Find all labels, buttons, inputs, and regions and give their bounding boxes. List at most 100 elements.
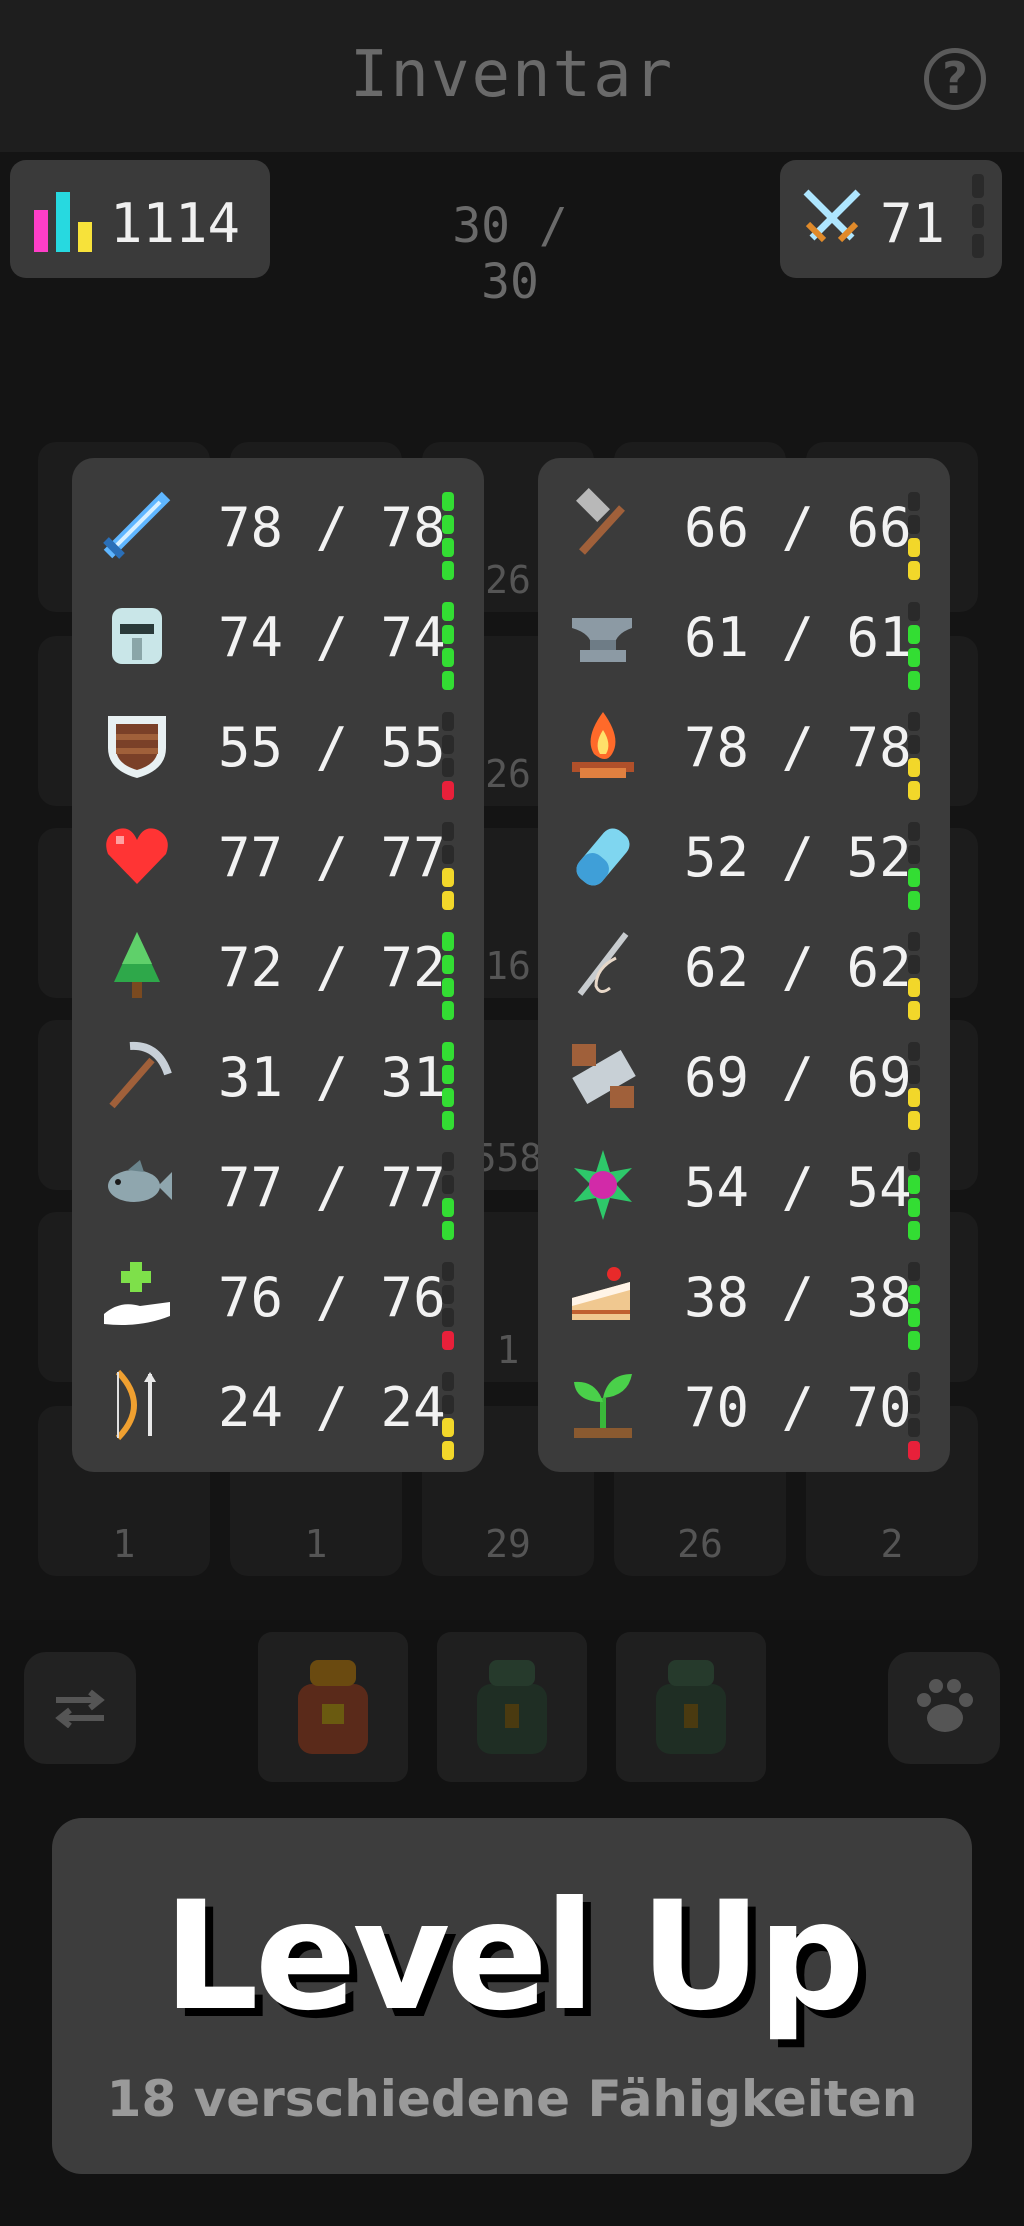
skill-row[interactable]: 78 / 78 <box>72 470 484 580</box>
skill-level: 78 / 78 <box>684 716 912 779</box>
gem-flower-icon <box>566 1148 640 1222</box>
paw-icon <box>917 1679 973 1732</box>
backpack-slot-3[interactable] <box>616 1632 766 1782</box>
skill-level: 78 / 78 <box>218 496 446 559</box>
skill-level: 52 / 52 <box>684 826 912 889</box>
red-backpack-icon <box>298 1660 368 1754</box>
skill-row[interactable]: 74 / 74 <box>72 580 484 690</box>
skill-row[interactable]: 31 / 31 <box>72 1020 484 1130</box>
skill-row[interactable]: 61 / 61 <box>538 580 950 690</box>
skill-progress-meter <box>442 602 454 694</box>
combat-level-chip[interactable]: 71 <box>780 160 1002 278</box>
pet-button[interactable] <box>888 1652 1000 1764</box>
sword-icon <box>100 488 174 562</box>
cake-icon <box>566 1258 640 1332</box>
campfire-icon <box>566 708 640 782</box>
green-backpack-icon <box>656 1660 726 1754</box>
heart-icon <box>100 818 174 892</box>
combat-meter <box>972 174 984 264</box>
healing-hand-icon <box>100 1258 174 1332</box>
skill-level: 55 / 55 <box>218 716 446 779</box>
sprout-icon <box>566 1368 640 1442</box>
skill-progress-meter <box>908 712 920 804</box>
skill-level: 74 / 74 <box>218 606 446 669</box>
saw-icon <box>566 1038 640 1112</box>
tree-icon <box>100 928 174 1002</box>
skill-level: 77 / 77 <box>218 826 446 889</box>
fish-icon <box>100 1148 174 1222</box>
slot-count: 26 <box>677 1522 723 1566</box>
skill-progress-meter <box>442 1152 454 1244</box>
shield-icon <box>100 708 174 782</box>
skill-progress-meter <box>908 822 920 914</box>
skill-row[interactable]: 38 / 38 <box>538 1240 950 1350</box>
anvil-icon <box>566 598 640 672</box>
skill-row[interactable]: 66 / 66 <box>538 470 950 580</box>
crossed-swords-icon <box>803 189 861 243</box>
skill-level: 69 / 69 <box>684 1046 912 1109</box>
backpack-slot-1[interactable] <box>258 1632 408 1782</box>
skill-row[interactable]: 70 / 70 <box>538 1350 950 1460</box>
skill-progress-meter <box>908 602 920 694</box>
skill-level: 77 / 77 <box>218 1156 446 1219</box>
skills-panel-right: 66 / 66 61 / 61 78 / 78 52 / 52 62 / 62 69 / … <box>538 458 950 1472</box>
skill-level: 31 / 31 <box>218 1046 446 1109</box>
skill-row[interactable]: 69 / 69 <box>538 1020 950 1130</box>
skill-progress-meter <box>908 1042 920 1134</box>
skill-progress-meter <box>908 932 920 1024</box>
slot-count: 2 <box>880 1522 904 1566</box>
backpack-slot-2[interactable] <box>437 1632 587 1782</box>
slot-count: 29 <box>485 1522 531 1566</box>
skill-level: 61 / 61 <box>684 606 912 669</box>
skill-progress-meter <box>442 712 454 804</box>
skill-progress-meter <box>442 932 454 1024</box>
swap-arrows-icon <box>55 1689 105 1728</box>
skill-level: 72 / 72 <box>218 936 446 999</box>
skill-progress-meter <box>442 492 454 584</box>
skill-level: 70 / 70 <box>684 1376 912 1439</box>
skill-row[interactable]: 77 / 77 <box>72 1130 484 1240</box>
skill-row[interactable]: 76 / 76 <box>72 1240 484 1350</box>
skill-level: 66 / 66 <box>684 496 912 559</box>
promo-title: Level Up <box>163 1870 865 2044</box>
swap-button[interactable] <box>24 1652 136 1764</box>
skill-row[interactable]: 62 / 62 <box>538 910 950 1020</box>
bow-icon <box>100 1368 174 1442</box>
question-icon[interactable]: ? <box>924 48 986 110</box>
hammer-icon <box>566 488 640 562</box>
total-level-chip[interactable]: 1114 <box>10 160 270 278</box>
skill-level: 62 / 62 <box>684 936 912 999</box>
slot-count: 1 <box>304 1522 328 1566</box>
potion-icon <box>566 818 640 892</box>
skill-progress-meter <box>908 1372 920 1464</box>
bar-chart-icon <box>34 192 92 252</box>
skill-row[interactable]: 55 / 55 <box>72 690 484 800</box>
skills-panel-left: 78 / 78 74 / 74 55 / 55 77 / 77 72 / 72 31 / … <box>72 458 484 1472</box>
promo-subtitle: 18 verschiedene Fähigkeiten <box>106 2070 918 2128</box>
pickaxe-icon <box>100 1038 174 1112</box>
total-level-value: 1114 <box>110 192 241 255</box>
combat-level-value: 71 <box>880 192 946 255</box>
skill-progress-meter <box>442 1372 454 1464</box>
slot-count: 1 <box>112 1522 136 1566</box>
skill-progress-meter <box>442 1262 454 1354</box>
inventory-capacity: 30 / 30 <box>452 198 568 310</box>
skill-level: 24 / 24 <box>218 1376 446 1439</box>
helmet-icon <box>100 598 174 672</box>
skill-row[interactable]: 24 / 24 <box>72 1350 484 1460</box>
page-title: Inventar <box>349 38 675 112</box>
skill-progress-meter <box>442 1042 454 1134</box>
skill-level: 76 / 76 <box>218 1266 446 1329</box>
needle-icon <box>566 928 640 1002</box>
skill-row[interactable]: 52 / 52 <box>538 800 950 910</box>
promo-banner: Level Up 18 verschiedene Fähigkeiten <box>52 1818 972 2174</box>
skill-row[interactable]: 78 / 78 <box>538 690 950 800</box>
skill-row[interactable]: 72 / 72 <box>72 910 484 1020</box>
skill-progress-meter <box>908 1262 920 1354</box>
skill-progress-meter <box>442 822 454 914</box>
skill-row[interactable]: 54 / 54 <box>538 1130 950 1240</box>
skill-progress-meter <box>908 1152 920 1244</box>
skill-row[interactable]: 77 / 77 <box>72 800 484 910</box>
skill-progress-meter <box>908 492 920 584</box>
app-header: Inventar ? <box>0 0 1024 152</box>
